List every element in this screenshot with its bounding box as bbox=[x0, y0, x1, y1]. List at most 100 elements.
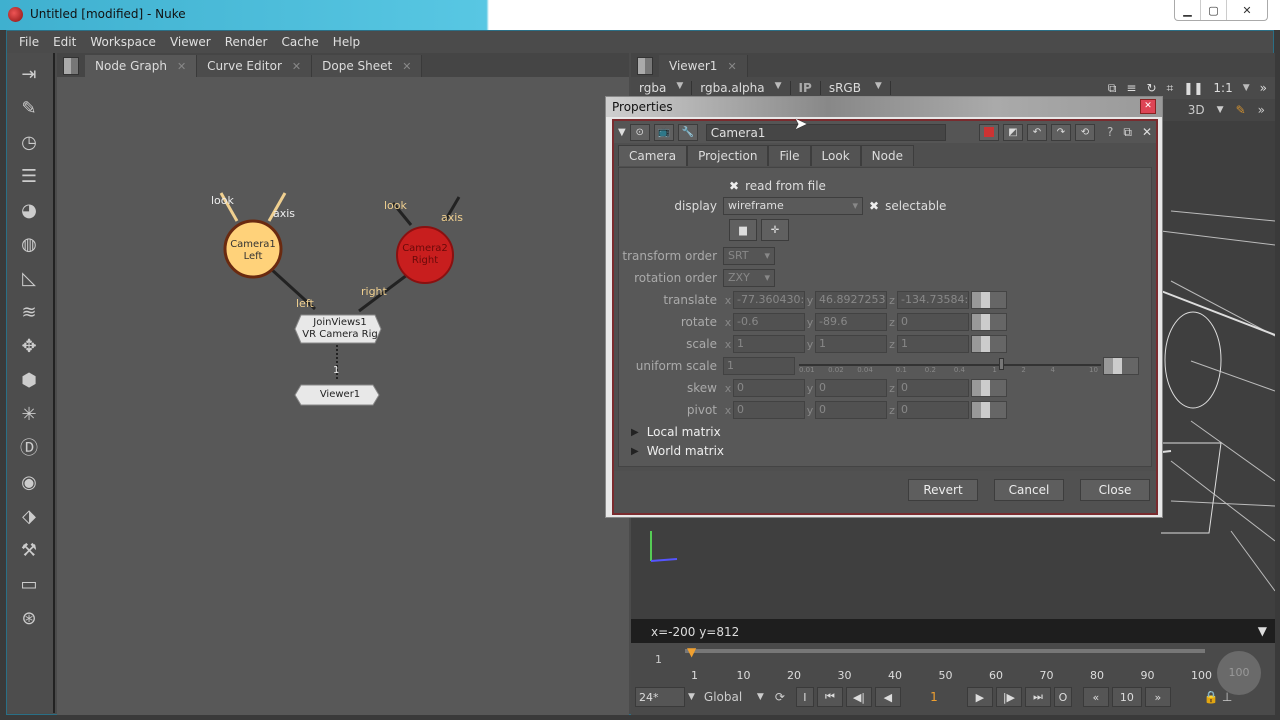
input-viewer-icon[interactable]: 📺 bbox=[653, 123, 674, 141]
step-back-button[interactable]: « bbox=[1082, 687, 1109, 707]
current-frame-marker[interactable]: ▼ bbox=[687, 645, 696, 659]
menu-workspace[interactable]: Workspace bbox=[90, 35, 156, 49]
pen-icon[interactable]: ✎ bbox=[1236, 103, 1246, 117]
properties-titlebar[interactable]: Properties ✕ bbox=[606, 97, 1162, 117]
collapse-icon[interactable]: ▼ bbox=[618, 127, 626, 138]
alpha-dropdown[interactable]: rgba.alpha ▼ bbox=[692, 81, 791, 95]
pivot-z-field[interactable]: 0 bbox=[897, 401, 969, 419]
pivot-y-field[interactable]: 0 bbox=[815, 401, 887, 419]
merge-icon[interactable]: ≋ bbox=[17, 301, 41, 325]
skew-x-field[interactable]: 0 bbox=[733, 379, 805, 397]
skew-y-field[interactable]: 0 bbox=[815, 379, 887, 397]
tab-look[interactable]: Look bbox=[810, 145, 861, 166]
display-dropdown[interactable]: wireframe bbox=[723, 197, 863, 215]
channel-icon[interactable]: ☰ bbox=[17, 165, 41, 189]
undo-icon[interactable]: ↶ bbox=[1026, 123, 1047, 141]
axis-handle-icon[interactable]: ✛ bbox=[761, 219, 789, 241]
selectable-checkbox[interactable]: ✖ bbox=[869, 199, 879, 213]
expand-icon[interactable]: » bbox=[1260, 81, 1267, 95]
ip-button[interactable]: IP bbox=[791, 81, 821, 95]
pivot-x-field[interactable]: 0 bbox=[733, 401, 805, 419]
next-keyframe-button[interactable]: |▶ bbox=[995, 687, 1022, 707]
close-properties-button[interactable]: ✕ bbox=[1140, 99, 1156, 114]
rotation-order-dropdown[interactable]: ZXY bbox=[723, 269, 775, 287]
uniform-scale-field[interactable]: 1 bbox=[723, 357, 795, 375]
particles-icon[interactable]: ✳ bbox=[17, 403, 41, 427]
first-frame-button[interactable]: ⏮ bbox=[816, 687, 843, 707]
chevron-down-icon[interactable]: ▼ bbox=[688, 692, 695, 702]
tab-projection[interactable]: Projection bbox=[687, 145, 769, 166]
filter-icon[interactable]: ◍ bbox=[17, 233, 41, 257]
refresh-icon[interactable]: ↻ bbox=[1146, 81, 1156, 95]
last-frame-button[interactable]: ⏭ bbox=[1024, 687, 1051, 707]
channels-dropdown[interactable]: rgba ▼ bbox=[631, 81, 693, 95]
chevron-down-icon[interactable]: ▼ bbox=[757, 692, 764, 702]
pause-icon[interactable]: ❚❚ bbox=[1183, 81, 1203, 95]
gl-color-button[interactable]: ◩ bbox=[1002, 123, 1023, 141]
close-window-button[interactable]: ✕ bbox=[1227, 0, 1267, 20]
help-icon[interactable]: ? bbox=[1107, 125, 1113, 139]
metadata-icon[interactable]: ⬗ bbox=[17, 505, 41, 529]
read-from-file-checkbox[interactable]: ✖ bbox=[729, 179, 739, 193]
toolsets-icon[interactable]: ⚒ bbox=[17, 539, 41, 563]
rotate-x-field[interactable]: -0.6 bbox=[733, 313, 805, 331]
translate-x-field[interactable]: -77.360430: bbox=[733, 291, 805, 309]
animation-menu-button[interactable] bbox=[971, 379, 1007, 397]
node-color-button[interactable] bbox=[978, 123, 999, 141]
roi-icon[interactable]: ⧉ bbox=[1108, 81, 1117, 96]
lut-dropdown[interactable]: sRGB ▼ bbox=[821, 81, 891, 95]
draw-icon[interactable]: ✎ bbox=[17, 97, 41, 121]
tab-node[interactable]: Node bbox=[860, 145, 914, 166]
node-name-field[interactable]: Camera1 bbox=[705, 123, 946, 141]
other-icon[interactable]: ▭ bbox=[17, 573, 41, 597]
translate-y-field[interactable]: 46.8927253 bbox=[815, 291, 887, 309]
deep-icon[interactable]: Ⓓ bbox=[17, 437, 41, 461]
animation-menu-button[interactable] bbox=[971, 335, 1007, 353]
menu-help[interactable]: Help bbox=[333, 35, 360, 49]
chevron-down-icon[interactable]: ▼ bbox=[1258, 624, 1267, 638]
minimize-button[interactable]: ▁ bbox=[1175, 0, 1201, 20]
center-node-icon[interactable]: ⊙ bbox=[629, 123, 650, 141]
folder-icon[interactable]: ▆ bbox=[729, 219, 757, 241]
close-icon[interactable]: ✕ bbox=[1142, 125, 1152, 139]
revert-icon[interactable]: ⟲ bbox=[1074, 123, 1095, 141]
time-icon[interactable]: ◷ bbox=[17, 131, 41, 155]
scale-x-field[interactable]: 1 bbox=[733, 335, 805, 353]
animation-menu-button[interactable] bbox=[971, 401, 1007, 419]
ruler-icon[interactable]: ⊥ bbox=[1222, 690, 1232, 704]
redo-icon[interactable]: ↷ bbox=[1050, 123, 1071, 141]
menu-viewer[interactable]: Viewer bbox=[170, 35, 211, 49]
revert-button[interactable]: Revert bbox=[908, 479, 978, 501]
cpu-icon[interactable]: ⌗ bbox=[1167, 81, 1174, 96]
tab-camera[interactable]: Camera bbox=[618, 145, 688, 166]
world-matrix-section[interactable]: ▶ World matrix bbox=[631, 441, 724, 461]
step-field[interactable]: 10 bbox=[1111, 687, 1142, 707]
image-icon[interactable]: ⇥ bbox=[17, 63, 41, 87]
in-point-button[interactable]: I bbox=[795, 687, 814, 707]
scale-z-field[interactable]: 1 bbox=[897, 335, 969, 353]
color-icon[interactable]: ◕ bbox=[17, 199, 41, 223]
float-icon[interactable]: ⧉ bbox=[1123, 125, 1132, 140]
range-mode-dropdown[interactable]: Global bbox=[698, 690, 754, 704]
expand-icon[interactable]: » bbox=[1258, 103, 1265, 117]
transform-icon[interactable]: ✥ bbox=[17, 335, 41, 359]
timeline-ticks[interactable]: 1 10 20 30 40 50 60 70 80 90 100 bbox=[691, 669, 1212, 683]
animation-menu-button[interactable] bbox=[971, 291, 1007, 309]
keyer-icon[interactable]: ◺ bbox=[17, 267, 41, 291]
wrench-icon[interactable]: 🔧 bbox=[677, 123, 698, 141]
local-matrix-section[interactable]: ▶ Local matrix bbox=[631, 422, 721, 442]
menu-cache[interactable]: Cache bbox=[281, 35, 318, 49]
lock-icon[interactable]: 🔒 bbox=[1204, 690, 1219, 704]
animation-menu-button[interactable] bbox=[971, 313, 1007, 331]
rotate-y-field[interactable]: -89.6 bbox=[815, 313, 887, 331]
pane-menu-handle[interactable] bbox=[637, 57, 653, 75]
loop-icon[interactable]: ⟳ bbox=[775, 690, 785, 704]
close-tab-icon[interactable]: ✕ bbox=[727, 60, 736, 73]
menu-edit[interactable]: Edit bbox=[53, 35, 76, 49]
transform-order-dropdown[interactable]: SRT bbox=[723, 247, 775, 265]
out-point-button[interactable]: O bbox=[1053, 687, 1072, 707]
tab-file[interactable]: File bbox=[768, 145, 811, 166]
scale-y-field[interactable]: 1 bbox=[815, 335, 887, 353]
views-icon[interactable]: ◉ bbox=[17, 471, 41, 495]
prev-keyframe-button[interactable]: ◀| bbox=[845, 687, 872, 707]
